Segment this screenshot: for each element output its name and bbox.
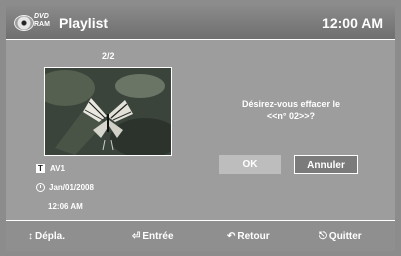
record-date: Jan/01/2008 [49, 183, 94, 192]
confirm-message: Désirez-vous effacer le <<n° 02>>? [216, 98, 366, 122]
ram-logo-text: RAM [34, 21, 50, 28]
playlist-screen: DVD RAM Playlist 12:00 AM 2/2 T AV1 Jan/… [6, 6, 395, 251]
footer-move-label: Dépla. [35, 231, 66, 242]
footer-move: ↕ Dépla. [28, 231, 65, 242]
page-counter: 2/2 [102, 51, 115, 61]
footer-return-label: Retour [237, 231, 270, 242]
ok-button[interactable]: OK [219, 155, 281, 174]
butterfly-image [45, 68, 171, 155]
enter-icon: ⏎ [132, 231, 141, 242]
footer-exit: ⎋ Quitter [319, 231, 362, 242]
clock-icon [36, 183, 45, 193]
source-label: AV1 [50, 164, 65, 173]
footer-return: ↶ Retour [227, 231, 270, 242]
footer-enter-label: Entrée [142, 231, 174, 242]
footer-bar: ↕ Dépla. ⏎ Entrée ↶ Retour ⎋ Quitter [6, 220, 395, 251]
date-row: Jan/01/2008 [36, 183, 94, 193]
return-icon: ↶ [227, 231, 236, 242]
up-down-arrow-icon: ↕ [28, 231, 33, 242]
confirm-line-2: <<n° 02>>? [266, 111, 316, 121]
cancel-button[interactable]: Annuler [294, 155, 358, 174]
title-thumbnail [44, 67, 172, 156]
dvd-ram-logo: DVD RAM [34, 13, 56, 29]
tv-frame: DVD RAM Playlist 12:00 AM 2/2 T AV1 Jan/… [0, 0, 401, 256]
clock-display: 12:00 AM [322, 15, 383, 31]
footer-exit-label: Quitter [328, 231, 362, 242]
disc-icon [14, 15, 34, 31]
tv-source-icon: T [36, 164, 45, 174]
record-time: 12:06 AM [48, 202, 83, 211]
footer-enter: ⏎ Entrée [132, 231, 174, 242]
page-title: Playlist [59, 15, 109, 31]
header-bar: DVD RAM Playlist 12:00 AM [6, 6, 395, 40]
exit-icon: ⎋ [319, 231, 327, 242]
dvd-logo-text: DVD [34, 13, 49, 20]
confirm-line-1: Désirez-vous effacer le [241, 99, 341, 109]
source-row: T AV1 [36, 164, 65, 174]
